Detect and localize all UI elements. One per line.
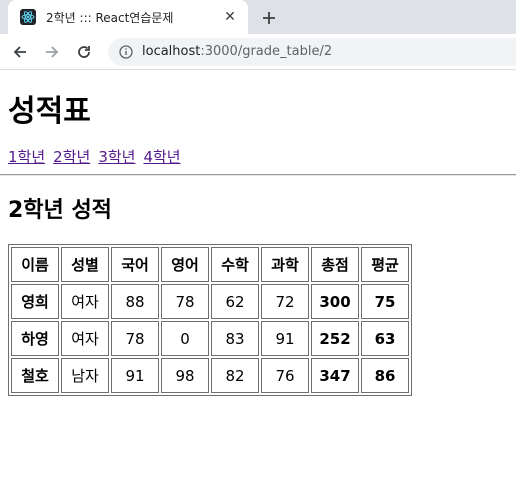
header-cell: 평균: [361, 247, 409, 282]
gender-cell: 남자: [61, 358, 109, 393]
forward-arrow-icon[interactable]: [38, 38, 66, 66]
table-row: 영희 여자 88 78 62 72 300 75: [11, 284, 409, 319]
score-cell: 82: [211, 358, 259, 393]
reload-icon[interactable]: [70, 38, 98, 66]
info-icon[interactable]: [118, 44, 134, 60]
grade-link-4[interactable]: 4학년: [143, 148, 180, 166]
table-header-row: 이름 성별 국어 영어 수학 과학 총점 평균: [11, 247, 409, 282]
gender-cell: 여자: [61, 321, 109, 356]
divider: [0, 174, 516, 176]
table-row: 하영 여자 78 0 83 91 252 63: [11, 321, 409, 356]
name-cell: 철호: [11, 358, 59, 393]
header-cell: 과학: [261, 247, 309, 282]
header-cell: 영어: [161, 247, 209, 282]
average-cell: 75: [361, 284, 409, 319]
gender-cell: 여자: [61, 284, 109, 319]
score-cell: 0: [161, 321, 209, 356]
score-cell: 76: [261, 358, 309, 393]
browser-tab[interactable]: 2학년 ::: React연습문제 ✕: [8, 0, 248, 34]
section-title: 2학년 성적: [8, 198, 112, 223]
table-row: 철호 남자 91 98 82 76 347 86: [11, 358, 409, 393]
header-cell: 수학: [211, 247, 259, 282]
header-cell: 성별: [61, 247, 109, 282]
name-cell: 하영: [11, 321, 59, 356]
new-tab-plus-icon[interactable]: [258, 7, 280, 29]
grade-link-3[interactable]: 3학년: [98, 148, 135, 166]
grade-table: 이름 성별 국어 영어 수학 과학 총점 평균 영희 여자 88 78 62 7…: [8, 244, 412, 396]
grade-link-1[interactable]: 1학년: [8, 148, 45, 166]
total-cell: 347: [311, 358, 359, 393]
address-bar[interactable]: localhost:3000/grade_table/2: [108, 37, 516, 66]
tab-title: 2학년 ::: React연습문제: [46, 10, 174, 25]
grade-nav: 1학년 2학년 3학년 4학년: [8, 146, 508, 168]
score-cell: 98: [161, 358, 209, 393]
score-cell: 88: [111, 284, 159, 319]
page-title: 성적표: [8, 94, 91, 129]
tab-strip: 2학년 ::: React연습문제 ✕: [0, 0, 516, 34]
back-arrow-icon[interactable]: [6, 38, 34, 66]
score-cell: 72: [261, 284, 309, 319]
score-cell: 91: [261, 321, 309, 356]
score-cell: 62: [211, 284, 259, 319]
header-cell: 총점: [311, 247, 359, 282]
score-cell: 78: [161, 284, 209, 319]
url-text: localhost:3000/grade_table/2: [142, 44, 332, 59]
header-cell: 국어: [111, 247, 159, 282]
react-logo-icon: [20, 9, 36, 25]
average-cell: 63: [361, 321, 409, 356]
score-cell: 91: [111, 358, 159, 393]
name-cell: 영희: [11, 284, 59, 319]
score-cell: 83: [211, 321, 259, 356]
total-cell: 252: [311, 321, 359, 356]
grade-link-2[interactable]: 2학년: [53, 148, 90, 166]
score-cell: 78: [111, 321, 159, 356]
page-content: 성적표 1학년 2학년 3학년 4학년 2학년 성적 이름 성별 국어 영어 수학 과…: [0, 92, 516, 396]
url-host: localhost: [142, 44, 201, 59]
browser-toolbar: localhost:3000/grade_table/2: [0, 34, 516, 70]
total-cell: 300: [311, 284, 359, 319]
header-cell: 이름: [11, 247, 59, 282]
average-cell: 86: [361, 358, 409, 393]
url-path: :3000/grade_table/2: [200, 44, 333, 59]
close-tab-icon[interactable]: ✕: [220, 7, 240, 27]
